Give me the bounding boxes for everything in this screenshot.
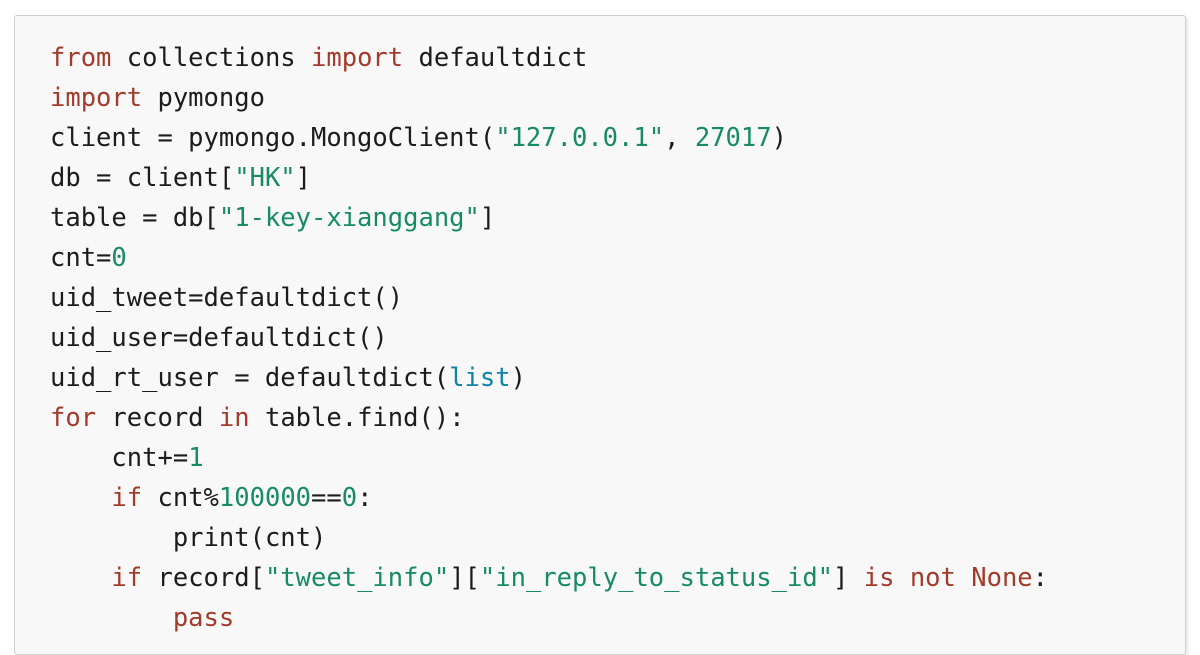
code-token-pln: :	[1032, 563, 1049, 593]
code-token-pln: defaultdict	[403, 43, 588, 73]
code-token-kw: import	[311, 43, 404, 73]
code-line: for record in table.find():	[15, 398, 1185, 438]
code-token-kw: is	[863, 563, 895, 593]
code-token-pln: table.find():	[249, 403, 465, 433]
code-token-str: "HK"	[234, 163, 296, 193]
code-line: db = client["HK"]	[15, 158, 1185, 198]
code-token-kw: for	[50, 403, 97, 433]
code-line: uid_rt_user = defaultdict(list)	[15, 358, 1185, 398]
code-token-pln: record[	[142, 563, 265, 593]
code-token-pln: ]	[833, 563, 864, 593]
code-token-kw: import	[50, 83, 143, 113]
code-token-pln: ][	[449, 563, 480, 593]
code-token-pln: )	[771, 123, 787, 153]
code-token-num: 27017	[694, 123, 772, 153]
code-line: table = db["1-key-xianggang"]	[15, 198, 1185, 238]
code-line: cnt+=1	[15, 438, 1185, 478]
code-line: from collections import defaultdict	[15, 38, 1185, 78]
code-token-pln: client = pymongo.MongoClient(	[50, 123, 496, 153]
code-token-str: "127.0.0.1"	[495, 123, 665, 153]
code-line: uid_tweet=defaultdict()	[15, 278, 1185, 318]
code-line: cnt=0	[15, 238, 1185, 278]
page-root: from collections import defaultdict impor…	[0, 0, 1200, 655]
code-token-kw: None	[971, 563, 1033, 593]
code-token-pln: db = client[	[50, 163, 235, 193]
code-listing[interactable]: from collections import defaultdict impor…	[15, 38, 1185, 638]
code-token-str: "tweet_info"	[264, 563, 450, 593]
code-line: if record["tweet_info"]["in_reply_to_sta…	[15, 558, 1185, 598]
code-token-num: 0	[341, 483, 358, 513]
code-token-pln: :	[357, 483, 373, 513]
code-line: pass	[15, 598, 1185, 638]
code-token-pln	[956, 563, 971, 593]
code-token-pln: uid_user=defaultdict()	[50, 323, 388, 353]
code-token-kw: from	[50, 43, 112, 73]
code-token-kw: not	[909, 563, 956, 593]
code-line: uid_user=defaultdict()	[15, 318, 1185, 358]
code-token-pln: record	[96, 403, 219, 433]
code-token-pln: )	[510, 363, 526, 393]
code-token-kw: if	[111, 483, 143, 513]
code-token-num: 100000	[218, 483, 312, 513]
code-token-pln: uid_rt_user = defaultdict(	[50, 363, 450, 393]
code-token-bif: list	[449, 363, 511, 393]
code-line: if cnt%100000==0:	[15, 478, 1185, 518]
code-token-pln: table = db[	[50, 203, 219, 233]
code-token-pln: ,	[664, 123, 695, 153]
code-token-pln: print(cnt)	[172, 523, 327, 553]
code-token-pln: cnt=	[50, 243, 112, 273]
code-token-pln: pymongo	[142, 83, 265, 113]
code-token-pln: ]	[295, 163, 312, 193]
code-token-pln: collections	[111, 43, 312, 73]
code-token-str: "1-key-xianggang"	[218, 203, 480, 233]
code-token-pln: cnt+=	[111, 443, 189, 473]
code-token-pln: ==	[311, 483, 342, 513]
code-token-pln: cnt%	[142, 483, 219, 513]
code-token-num: 1	[188, 443, 204, 473]
code-token-pln	[894, 563, 909, 593]
code-token-str: "in_reply_to_status_id"	[479, 563, 834, 593]
code-token-kw: if	[111, 563, 143, 593]
code-line: client = pymongo.MongoClient("127.0.0.1"…	[15, 118, 1185, 158]
code-token-num: 0	[111, 243, 127, 273]
code-line: import pymongo	[15, 78, 1185, 118]
code-token-pln: ]	[479, 203, 496, 233]
code-token-kw: pass	[172, 603, 235, 633]
code-token-kw: in	[218, 403, 250, 433]
code-line: print(cnt)	[15, 518, 1185, 558]
code-token-pln: uid_tweet=defaultdict()	[50, 283, 404, 313]
code-block: from collections import defaultdict impor…	[14, 15, 1186, 655]
